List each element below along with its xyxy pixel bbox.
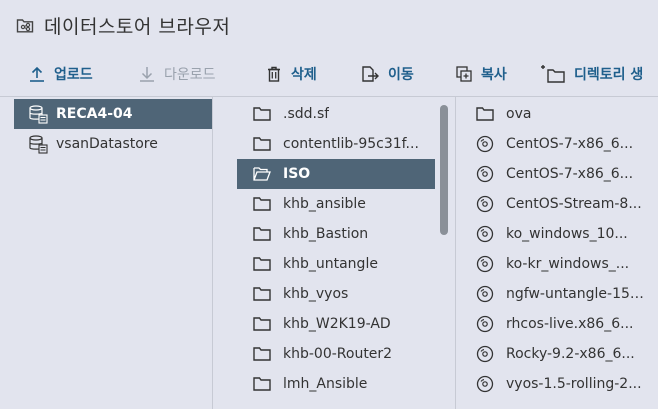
file-list: ova CentOS-7-x86_6... CentOS-7-x86_6... Cen… xyxy=(460,97,658,409)
copy-icon xyxy=(456,66,472,82)
folder-name: lmh_Ansible xyxy=(283,376,368,392)
copy-label: 복사 xyxy=(481,67,507,83)
folder-name: khb_vyos xyxy=(283,286,349,302)
folder-icon xyxy=(253,137,271,151)
file-item[interactable]: CentOS-Stream-8... xyxy=(460,189,658,219)
folder-item[interactable]: contentlib-95c31f... xyxy=(237,129,435,159)
new-folder-label: 디렉토리 생 xyxy=(574,67,644,83)
file-item[interactable]: vyos-1.5-rolling-2... xyxy=(460,369,658,399)
folder-item[interactable]: lmh_Ansible xyxy=(237,369,435,399)
datastore-name: RECA4-04 xyxy=(56,106,133,122)
folder-icon xyxy=(253,287,271,301)
folder-icon xyxy=(253,347,271,361)
pane-divider[interactable] xyxy=(455,97,456,409)
download-button[interactable]: 다운로드 xyxy=(138,63,216,85)
disc-icon xyxy=(476,345,494,363)
window-title: 데이터스토어 브라우저 xyxy=(44,16,231,38)
folder-item[interactable]: ISO xyxy=(237,159,435,189)
disc-icon xyxy=(476,285,494,303)
folder-name: khb_Bastion xyxy=(283,226,369,242)
folder-item[interactable]: khb_W2K19-AD xyxy=(237,309,435,339)
file-item[interactable]: ova xyxy=(460,99,658,129)
file-name: ngfw-untangle-15.... xyxy=(506,286,646,302)
move-label: 이동 xyxy=(388,67,414,83)
folder-name: .sdd.sf xyxy=(283,106,330,122)
folder-item[interactable]: khb-00-Router2 xyxy=(237,339,435,369)
file-name: CentOS-7-x86_6... xyxy=(506,166,634,182)
file-name: ova xyxy=(506,106,532,122)
datastore-list: RECA4-04 vsanDatastore xyxy=(14,97,212,409)
file-name: rhcos-live.x86_6... xyxy=(506,316,634,332)
folder-icon xyxy=(253,377,271,391)
disc-icon xyxy=(476,315,494,333)
folder-icon xyxy=(253,317,271,331)
file-item[interactable]: ngfw-untangle-15.... xyxy=(460,279,658,309)
datastore-icon xyxy=(29,135,48,154)
file-name: ko-kr_windows_... xyxy=(506,256,630,272)
download-label: 다운로드 xyxy=(164,67,216,83)
move-button[interactable]: 이동 xyxy=(360,63,414,85)
file-item[interactable]: CentOS-7-x86_6... xyxy=(460,159,658,189)
new-folder-button[interactable]: 디렉토리 생 xyxy=(540,63,643,85)
folder-scrollbar-thumb[interactable] xyxy=(440,105,448,235)
folder-name: khb_W2K19-AD xyxy=(283,316,391,332)
folder-list: .sdd.sf contentlib-95c31f... ISO khb_ansibl… xyxy=(237,97,435,409)
file-item[interactable]: ko-kr_windows_... xyxy=(460,249,658,279)
disc-icon xyxy=(476,375,494,393)
pane-divider[interactable] xyxy=(212,97,213,409)
folder-name: khb-00-Router2 xyxy=(283,346,393,362)
datastore-item[interactable]: RECA4-04 xyxy=(14,99,212,129)
file-item[interactable]: CentOS-7-x86_6... xyxy=(460,129,658,159)
folder-name: ISO xyxy=(283,166,311,182)
folder-item[interactable]: khb_untangle xyxy=(237,249,435,279)
delete-button[interactable]: 삭제 xyxy=(265,63,317,85)
disc-icon xyxy=(476,135,494,153)
disc-icon xyxy=(476,165,494,183)
folder-icon xyxy=(253,107,271,121)
title-bar: 데이터스토어 브라우저 xyxy=(0,0,658,52)
folder-name: khb_ansible xyxy=(283,196,366,212)
folder-icon xyxy=(253,197,271,211)
folder-icon xyxy=(476,107,494,121)
upload-button[interactable]: 업로드 xyxy=(28,63,93,85)
upload-label: 업로드 xyxy=(54,67,93,83)
new-folder-icon xyxy=(541,65,565,83)
folder-open-icon xyxy=(253,167,271,181)
file-name: vyos-1.5-rolling-2... xyxy=(506,376,642,392)
disc-icon xyxy=(476,225,494,243)
folder-name: contentlib-95c31f... xyxy=(283,136,419,152)
toolbar: 업로드 다운로드 삭제 이동 복사 디렉토리 생 xyxy=(0,56,658,92)
folder-item[interactable]: khb_vyos xyxy=(237,279,435,309)
file-name: Rocky-9.2-x86_6... xyxy=(506,346,635,362)
folder-item[interactable]: khb_ansible xyxy=(237,189,435,219)
upload-icon xyxy=(30,66,44,82)
file-item[interactable]: rhcos-live.x86_6... xyxy=(460,309,658,339)
folder-icon xyxy=(253,257,271,271)
folder-icon xyxy=(253,227,271,241)
trash-icon xyxy=(268,66,280,82)
browser-panes: RECA4-04 vsanDatastore .sdd.sf contentlib… xyxy=(0,96,658,409)
datastore-name: vsanDatastore xyxy=(56,136,158,152)
copy-button[interactable]: 복사 xyxy=(455,63,507,85)
folder-name: khb_untangle xyxy=(283,256,378,272)
file-item[interactable]: ko_windows_10... xyxy=(460,219,658,249)
file-name: CentOS-Stream-8... xyxy=(506,196,642,212)
disc-icon xyxy=(476,255,494,273)
delete-label: 삭제 xyxy=(291,67,317,83)
folder-item[interactable]: .sdd.sf xyxy=(237,99,435,129)
datastore-browser-icon xyxy=(16,19,34,33)
datastore-item[interactable]: vsanDatastore xyxy=(14,129,212,159)
file-name: CentOS-7-x86_6... xyxy=(506,136,634,152)
disc-icon xyxy=(476,195,494,213)
download-icon xyxy=(140,67,154,82)
file-name: ko_windows_10... xyxy=(506,226,628,242)
datastore-icon xyxy=(29,105,48,124)
folder-item[interactable]: khb_Bastion xyxy=(237,219,435,249)
move-icon xyxy=(362,66,379,82)
file-item[interactable]: Rocky-9.2-x86_6... xyxy=(460,339,658,369)
